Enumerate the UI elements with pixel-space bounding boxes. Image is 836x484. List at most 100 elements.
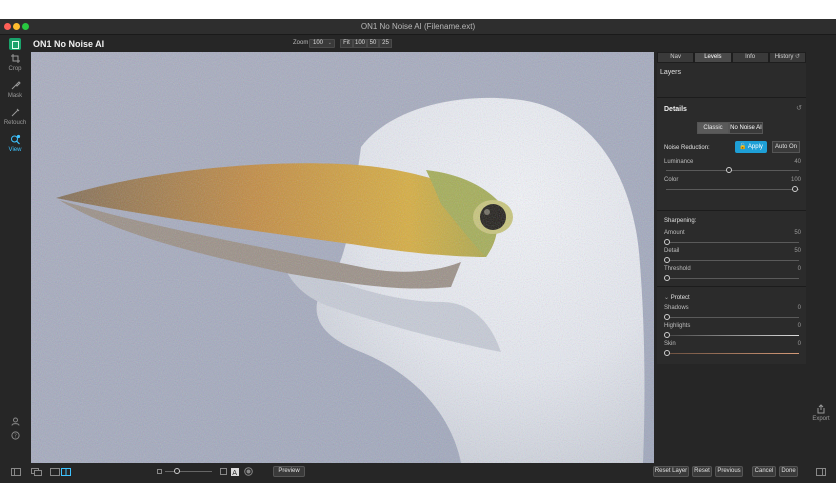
toggle-left-panel-icon[interactable] (11, 468, 21, 476)
tool-view[interactable]: View (0, 134, 30, 153)
zoom-100-button[interactable]: 100 (353, 39, 367, 48)
detail-value[interactable]: 50 (794, 248, 801, 254)
zoom-fit-button[interactable]: Fit (340, 39, 353, 48)
svg-text:?: ? (14, 434, 17, 440)
details-heading: Details (664, 106, 687, 113)
export-icon (817, 404, 825, 414)
previous-button[interactable]: Previous (715, 466, 743, 477)
zoom-slider[interactable] (165, 471, 212, 472)
export-button[interactable]: Export (806, 404, 836, 422)
shadows-value[interactable]: 0 (798, 305, 801, 311)
shadows-slider[interactable] (666, 317, 799, 318)
reset-button[interactable]: Reset (692, 466, 712, 477)
amount-value[interactable]: 50 (794, 230, 801, 236)
done-button[interactable]: Done (779, 466, 798, 477)
app-name: ON1 No Noise AI (33, 39, 105, 49)
preview-button[interactable]: Preview (273, 466, 305, 477)
zoom-select[interactable]: 100 ⌄ (309, 39, 335, 48)
panel-tabs: Nav Levels Info History ↺ (657, 52, 806, 63)
chevron-down-icon: ⌄ (327, 40, 332, 46)
tool-mask[interactable]: Mask (0, 80, 30, 99)
zoom-label: Zoom (293, 40, 309, 46)
tool-mask-label: Mask (7, 93, 23, 99)
threshold-slider[interactable] (666, 278, 799, 279)
watermark-brand: FILECR (511, 349, 565, 366)
auto-on-button[interactable]: Auto On (772, 141, 800, 153)
zoom-25-button[interactable]: 25 (379, 39, 392, 48)
reset-layer-button[interactable]: Reset Layer (653, 466, 689, 477)
tool-crop[interactable]: Crop (0, 53, 30, 72)
luminance-slider-knob[interactable] (726, 167, 732, 173)
detail-slider-knob[interactable] (664, 257, 670, 263)
tab-info[interactable]: Info (731, 52, 769, 63)
highlights-slider[interactable] (666, 335, 799, 336)
accent-mask-icon[interactable]: A (231, 468, 239, 476)
retouch-icon (11, 108, 19, 117)
tool-crop-label: Crop (8, 66, 22, 72)
zoom-value: 100 (313, 40, 324, 46)
skin-slider[interactable] (666, 353, 799, 354)
mode-classic-button[interactable]: Classic (697, 122, 729, 134)
skin-slider-knob[interactable] (664, 350, 670, 356)
user-button[interactable] (0, 417, 30, 428)
layers-heading[interactable]: Layers (660, 69, 681, 76)
amount-slider-knob[interactable] (664, 239, 670, 245)
detail-label: Detail (664, 248, 680, 254)
highlights-slider-knob[interactable] (664, 332, 670, 338)
mask-icon (11, 81, 21, 90)
split-view-icon[interactable] (61, 468, 71, 476)
amount-slider[interactable] (666, 242, 799, 243)
apply-label: Apply (747, 144, 763, 150)
highlights-value[interactable]: 0 (798, 323, 801, 329)
shadows-slider-knob[interactable] (664, 314, 670, 320)
top-toolbar (0, 35, 836, 50)
threshold-label: Threshold (664, 266, 691, 272)
single-view-icon[interactable] (50, 468, 60, 476)
mode-no-noise-ai-button[interactable]: No Noise AI (729, 122, 763, 134)
undo-icon: ↺ (795, 54, 801, 60)
help-button[interactable]: ? (0, 431, 30, 442)
color-slider[interactable] (666, 189, 799, 190)
threshold-slider-knob[interactable] (664, 275, 670, 281)
color-slider-knob[interactable] (792, 186, 798, 192)
toggle-right-panel-icon[interactable] (816, 468, 826, 476)
tool-view-label: View (8, 147, 22, 153)
tool-retouch-label: Retouch (3, 120, 27, 126)
skin-value[interactable]: 0 (798, 341, 801, 347)
cancel-button[interactable]: Cancel (752, 466, 776, 477)
tab-history[interactable]: History ↺ (768, 52, 806, 63)
reset-details-icon[interactable]: ↺ (796, 104, 802, 112)
egret-photo: FILECR .com (31, 52, 654, 463)
chevron-down-icon: ⌄ (664, 295, 670, 301)
zoom-out-icon[interactable] (157, 469, 162, 474)
color-value[interactable]: 100 (791, 177, 801, 183)
overlay-toggle-icon[interactable] (244, 467, 253, 476)
tab-levels[interactable]: Levels (694, 52, 732, 63)
image-canvas[interactable]: FILECR .com (31, 52, 654, 463)
zoom-slider-knob[interactable] (174, 468, 180, 474)
tool-retouch[interactable]: Retouch (0, 107, 30, 126)
zoom-in-icon[interactable] (220, 468, 227, 475)
tab-history-label: History (774, 54, 794, 60)
zoom-50-button[interactable]: 50 (367, 39, 379, 48)
highlights-label: Highlights (664, 323, 691, 329)
luminance-label: Luminance (664, 159, 694, 165)
svg-text:A: A (232, 469, 237, 476)
skin-label: Skin (664, 341, 676, 347)
crop-icon (10, 54, 20, 63)
threshold-value[interactable]: 0 (798, 266, 801, 272)
user-icon (11, 417, 19, 426)
apply-button[interactable]: 🔓 Apply (735, 141, 767, 153)
export-label: Export (812, 416, 830, 422)
watermark-suffix: .com (561, 365, 576, 372)
compare-icon[interactable] (31, 468, 42, 476)
tab-nav[interactable]: Nav (657, 52, 695, 63)
divider (657, 97, 806, 98)
title-bar: ON1 No Noise AI (Filename.ext) (0, 19, 836, 35)
protect-heading: Protect (670, 295, 690, 301)
detail-slider[interactable] (666, 260, 799, 261)
luminance-slider[interactable] (666, 170, 799, 171)
protect-toggle[interactable]: ⌄ Protect (664, 294, 690, 301)
luminance-value[interactable]: 40 (794, 159, 801, 165)
help-icon: ? (10, 431, 20, 440)
